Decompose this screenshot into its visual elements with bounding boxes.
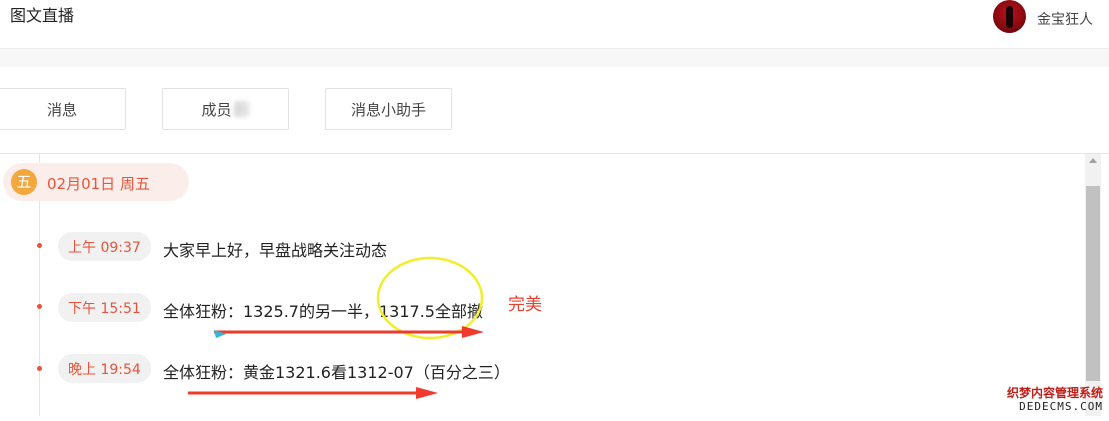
message-text: 大家早上好，早盘战略关注动态 <box>163 241 388 260</box>
vertical-scrollbar[interactable] <box>1085 154 1101 416</box>
tab-message-assistant-label: 消息小助手 <box>350 100 426 119</box>
avatar[interactable] <box>993 0 1026 33</box>
date-label: 02月01日 周五 <box>47 175 150 193</box>
member-count-blurred <box>233 101 250 117</box>
weekday-badge: 五 <box>11 169 37 195</box>
message-text: 全体狂粉：1325.7的另一半，1317.5全部撤 <box>163 302 483 321</box>
tab-members-label: 成员 <box>201 100 232 119</box>
time-badge: 上午 09:37 <box>58 232 151 261</box>
message-text: 全体狂粉：黄金1321.6看1312-07（百分之三） <box>163 363 510 382</box>
watermark-en: DEDECMS.COM <box>1019 400 1103 413</box>
tab-messages-label: 消息 <box>46 100 77 119</box>
tab-bar: 消息 成员 消息小助手 <box>0 67 1109 154</box>
live-timeline: 五 02月01日 周五 上午 09:37 大家早上好，早盘战略关注动态 下午 1… <box>0 154 1085 421</box>
page-title: 图文直播 <box>10 6 75 25</box>
timeline-dot <box>37 304 42 309</box>
tab-members[interactable]: 成员 <box>162 88 289 130</box>
header-separator <box>0 49 1109 67</box>
username[interactable]: 金宝狂人 <box>1037 9 1093 29</box>
timeline-dot <box>37 366 42 371</box>
tab-messages[interactable]: 消息 <box>0 88 126 130</box>
top-header: 图文直播 金宝狂人 <box>0 0 1109 49</box>
date-header: 五 02月01日 周五 <box>3 163 189 201</box>
annotation-note: 完美 <box>508 295 542 315</box>
time-badge: 下午 15:51 <box>58 293 151 322</box>
time-badge: 晚上 19:54 <box>58 354 151 383</box>
timeline-dot <box>37 243 42 248</box>
scroll-thumb[interactable] <box>1086 186 1100 381</box>
watermark: 织梦内容管理系统 DEDECMS.COM <box>1006 386 1103 414</box>
scroll-up-arrow-icon[interactable] <box>1089 158 1097 163</box>
watermark-cn: 织梦内容管理系统 <box>1006 386 1103 400</box>
tab-message-assistant[interactable]: 消息小助手 <box>325 88 452 130</box>
